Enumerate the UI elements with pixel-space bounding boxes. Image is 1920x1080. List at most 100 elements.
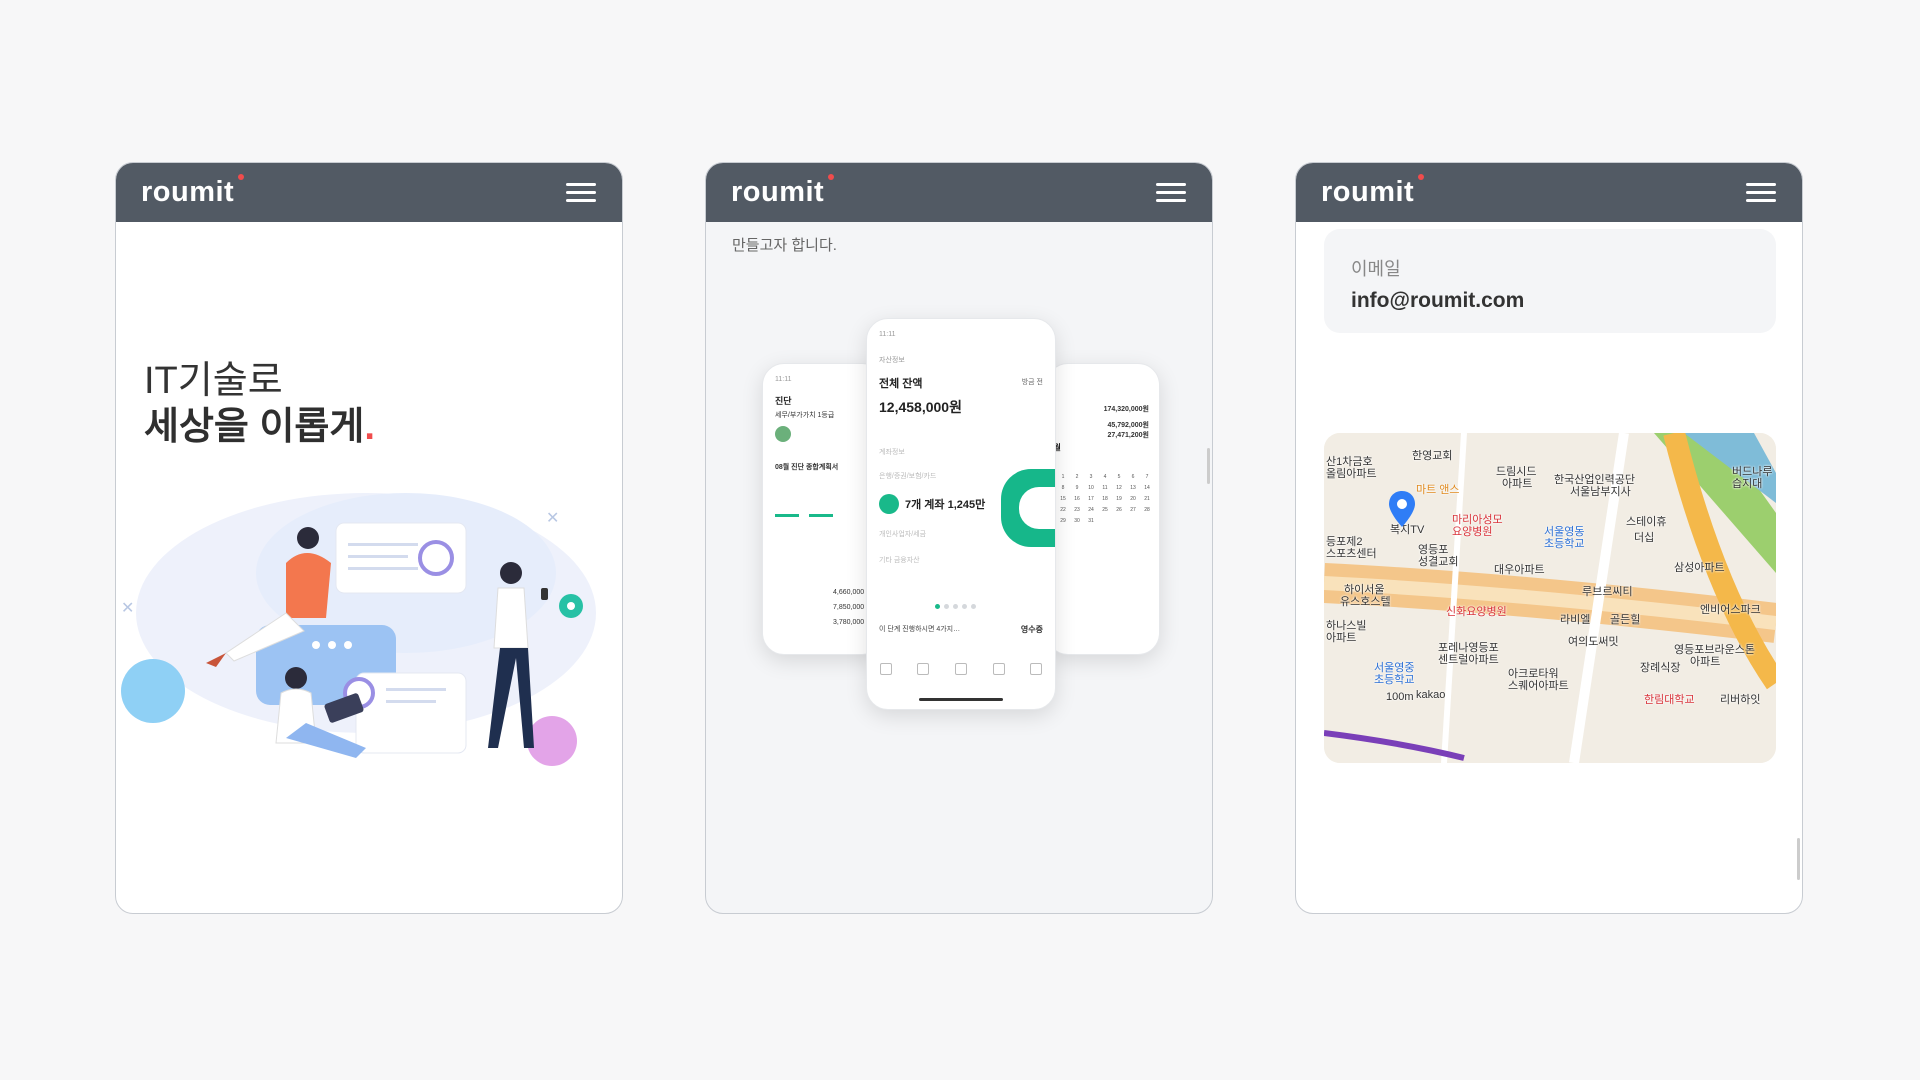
accounts-summary[interactable]: 7개 계좌 1,245만 — [879, 494, 985, 514]
menu-icon[interactable] — [1746, 183, 1776, 203]
calendar-day[interactable]: 16 — [1071, 496, 1083, 502]
map-label: 성결교회 — [1418, 556, 1459, 568]
calendar-icon — [917, 663, 930, 675]
calendar-grid: 1 2 3 4 5 6 7 8 9 10 11 12 13 14 15 16 17 18 19 20 21 22 23 24 2… — [1057, 474, 1153, 524]
calendar-day[interactable]: 11 — [1099, 485, 1111, 491]
right-total-2: 45,792,000원 — [1107, 422, 1149, 429]
calendar-day[interactable]: 28 — [1141, 507, 1153, 513]
phone-frame-contact: roumit 이메일 info@roumit.com 한영교회 산1차금호 올림아파… — [1295, 162, 1803, 914]
map-label: 대우아파트 — [1494, 564, 1545, 576]
map-label: 유스호스텔 — [1340, 596, 1391, 608]
calendar-day[interactable]: 26 — [1113, 507, 1125, 513]
map-label: 초등학교 — [1544, 538, 1585, 550]
receipt-link[interactable]: 영수증 — [1021, 624, 1043, 635]
brand-shape — [1001, 469, 1055, 547]
header-bar: roumit — [1296, 163, 1802, 222]
logo[interactable]: roumit — [731, 174, 834, 209]
scrollbar[interactable] — [1207, 448, 1210, 484]
amount-3: 3,780,000 — [833, 619, 865, 626]
scrollbar[interactable] — [1797, 838, 1800, 880]
calendar-day[interactable]: 23 — [1071, 507, 1083, 513]
map-label: 100m — [1386, 691, 1414, 703]
service-intro: 공공분야와 세무사업의 업무 혁신을 위해 사용자의 경험을 돕는 서비스를 만… — [732, 207, 1179, 259]
chart-icon — [954, 663, 967, 675]
calendar-day[interactable]: 8 — [1057, 485, 1069, 491]
menu-icon[interactable] — [566, 183, 596, 203]
map-label: 스테이휴 — [1626, 516, 1667, 528]
map-label: 더십 — [1634, 532, 1655, 544]
calendar-day[interactable]: 1 — [1057, 474, 1069, 480]
calendar-day[interactable]: 15 — [1057, 496, 1069, 502]
app-mockup-right: 174,320,000원 45,792,000원 27,471,200원 8월 … — [1046, 363, 1160, 655]
chat-icon — [992, 663, 1005, 675]
refresh-label[interactable]: 방금 전 — [1022, 377, 1043, 387]
account-row[interactable]: 개인사업자/세금 — [879, 529, 926, 539]
progress-bar — [809, 514, 833, 517]
map-label: 장례식장 — [1640, 662, 1681, 674]
calendar-day[interactable]: 6 — [1127, 474, 1139, 480]
calendar-day[interactable]: 18 — [1099, 496, 1111, 502]
home-indicator — [919, 698, 1003, 701]
calendar-day[interactable]: 7 — [1141, 474, 1153, 480]
account-row[interactable]: 기타 금융자산 — [879, 555, 920, 565]
map-label: 골든힐 — [1610, 614, 1641, 626]
map-label: 한림대학교 — [1644, 694, 1695, 706]
email-card: 이메일 info@roumit.com — [1324, 229, 1776, 333]
map-label: 센트럴아파트 — [1438, 654, 1499, 666]
header-bar: roumit — [706, 163, 1212, 222]
calendar-day[interactable]: 22 — [1057, 507, 1069, 513]
email-value[interactable]: info@roumit.com — [1351, 289, 1524, 313]
left-app-subtitle: 세무/부가가치 1등급 — [775, 412, 835, 419]
avatar — [775, 426, 791, 442]
account-row[interactable]: 계좌정보 — [879, 447, 905, 457]
right-total-3: 27,471,200원 — [1107, 432, 1149, 439]
left-app-card-title: 08월 진단 종합계획서 — [775, 464, 839, 471]
calendar-day[interactable]: 9 — [1071, 485, 1083, 491]
calendar-day[interactable]: 13 — [1127, 485, 1139, 491]
amount-1: 4,660,000 — [833, 589, 865, 596]
logo[interactable]: roumit — [141, 174, 244, 209]
calendar-day[interactable]: 17 — [1085, 496, 1097, 502]
bottom-nav — [867, 663, 1055, 689]
calendar-day[interactable]: 27 — [1127, 507, 1139, 513]
calendar-day[interactable]: 24 — [1085, 507, 1097, 513]
header-bar: roumit — [116, 163, 622, 222]
calendar-day[interactable]: 10 — [1085, 485, 1097, 491]
calendar-day[interactable]: 14 — [1141, 485, 1153, 491]
calendar-day[interactable]: 30 — [1071, 518, 1083, 524]
calendar-day[interactable]: 4 — [1099, 474, 1111, 480]
left-app-title: 진단 — [775, 396, 792, 406]
menu-icon[interactable] — [1156, 183, 1186, 203]
calendar-day[interactable]: 25 — [1099, 507, 1111, 513]
location-map[interactable]: 한영교회 산1차금호 올림아파트 드림시드 아파트 한국산업인력공단 서울남부지사 버드나루 습… — [1324, 433, 1776, 763]
calendar-day[interactable]: 5 — [1113, 474, 1125, 480]
logo[interactable]: roumit — [1321, 174, 1424, 209]
calendar-day[interactable]: 3 — [1085, 474, 1097, 480]
map-label: 삼성아파트 — [1674, 562, 1725, 574]
map-label: 마트 앤스 — [1416, 484, 1460, 496]
calendar-day[interactable]: 19 — [1113, 496, 1125, 502]
map-label: 여의도써밋 — [1568, 636, 1619, 648]
account-row[interactable]: 은행/증권/보험/카드 — [879, 471, 936, 481]
calendar-day[interactable]: 20 — [1127, 496, 1139, 502]
map-label: 스퀘어아파트 — [1508, 680, 1569, 692]
app-mockup-main: 11:11 자산정보 전체 잔액 방금 전 12,458,000원 계좌정보 은… — [866, 318, 1056, 710]
balance-title: 전체 잔액 — [879, 378, 923, 390]
map-label: 요양병원 — [1452, 526, 1493, 538]
calendar-day[interactable]: 21 — [1141, 496, 1153, 502]
calendar-day[interactable]: 31 — [1085, 518, 1097, 524]
progress-bar — [775, 514, 799, 517]
section-label: 자산정보 — [879, 357, 905, 364]
logo-dot — [828, 174, 834, 180]
home-icon — [879, 663, 892, 675]
accounts-chip — [879, 494, 899, 514]
hero-headline-bold: 세상을 이롭게. — [144, 406, 375, 448]
calendar-day[interactable]: 2 — [1071, 474, 1083, 480]
amount-2: 7,850,000 — [833, 604, 865, 611]
location-pin-icon[interactable] — [1389, 491, 1415, 527]
right-total-1: 174,320,000원 — [1103, 406, 1149, 413]
calendar-day[interactable]: 29 — [1057, 518, 1069, 524]
calendar-day[interactable]: 12 — [1113, 485, 1125, 491]
map-label: 루브르씨티 — [1582, 586, 1633, 598]
map-roads — [1324, 433, 1776, 763]
